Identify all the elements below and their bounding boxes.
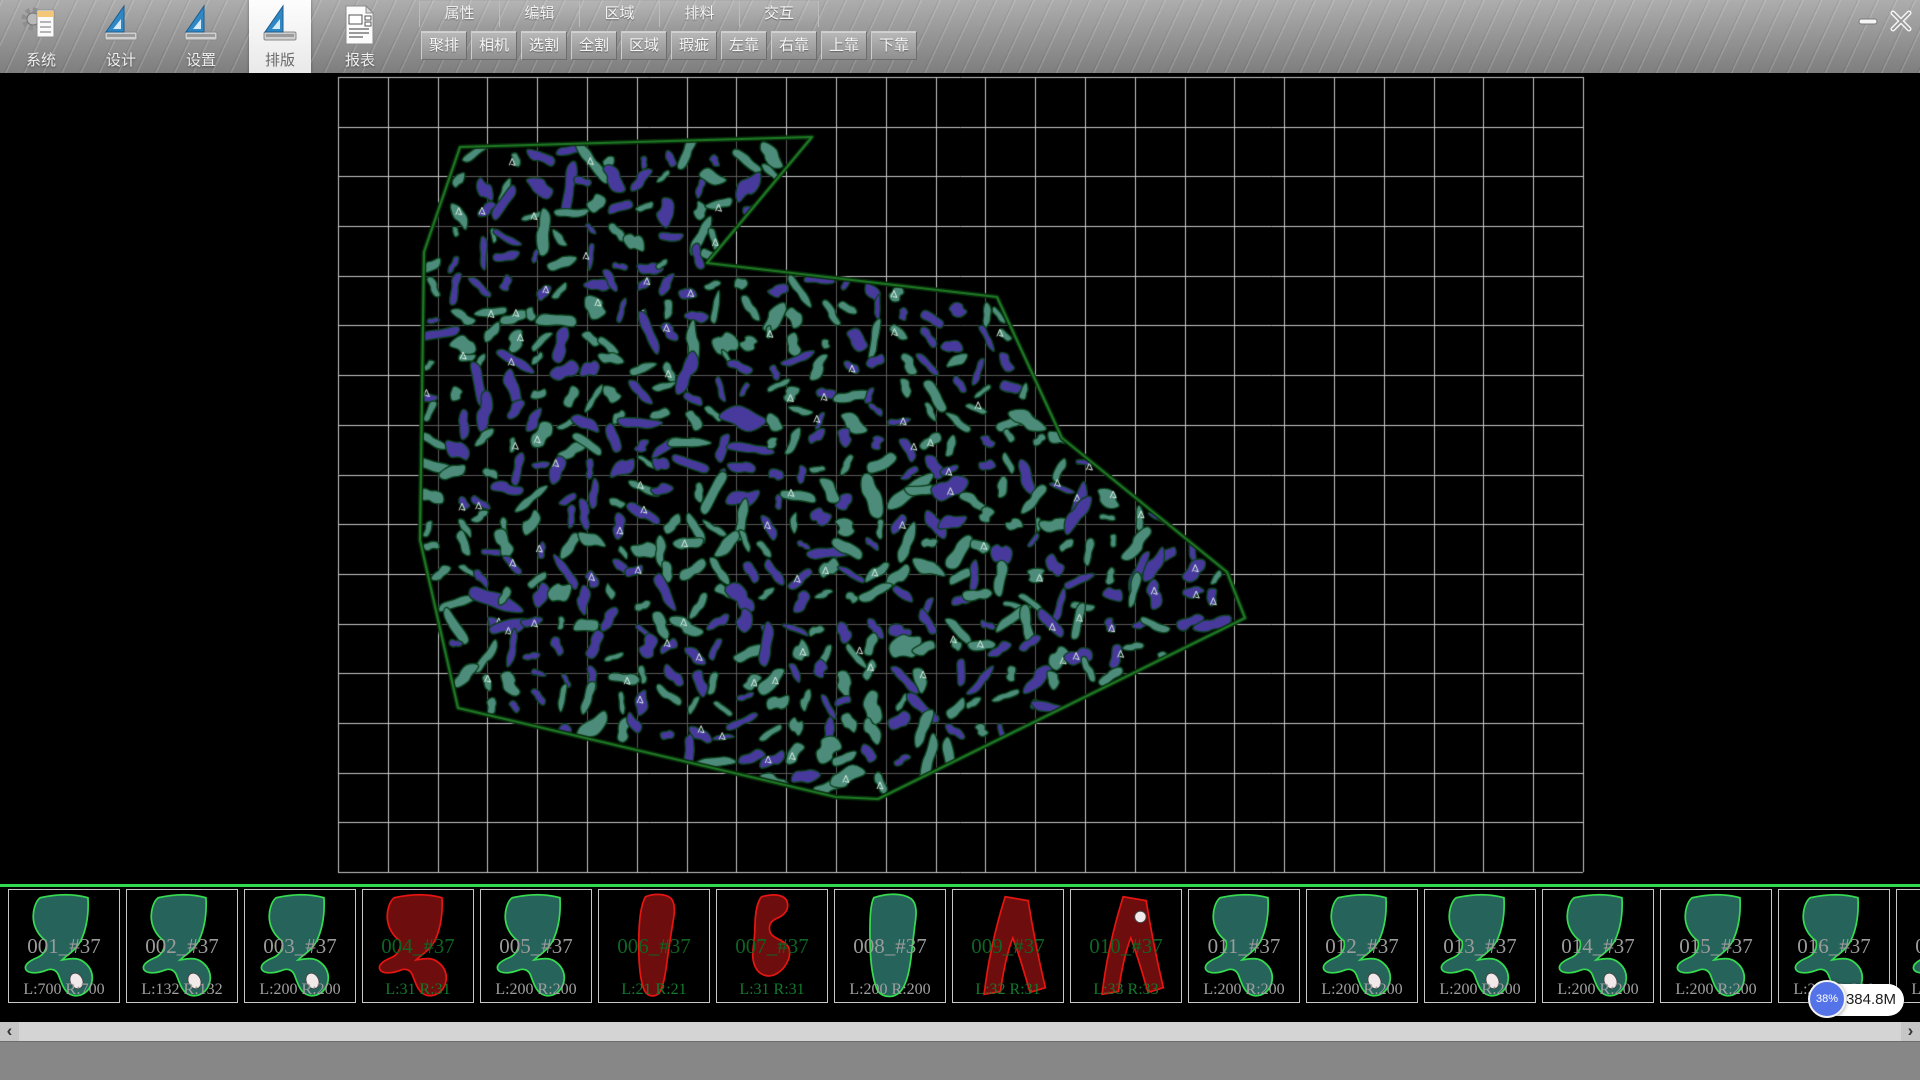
thumbnail-cell[interactable]: 002_#37 L:132 R:132 [126, 889, 238, 1003]
nesting-canvas[interactable] [0, 73, 1920, 884]
scroll-left-button[interactable]: ‹ [0, 1022, 19, 1041]
thumbnail-cell[interactable]: 006_#37 L:21 R:21 [598, 889, 710, 1003]
part-lr-count-label: L:200 R:200 [1425, 981, 1535, 999]
thumbnail-cell[interactable]: 017_#37L:200 R:200 [1896, 889, 1920, 1003]
part-name-label: 010_#37 [1071, 934, 1181, 959]
minimize-icon [1853, 8, 1883, 34]
tool-camera[interactable]: 相机 [471, 31, 517, 60]
part-lr-count-label: L:31 R:31 [717, 981, 827, 999]
close-button[interactable] [1886, 8, 1916, 34]
bottom-status-bar [0, 1041, 1920, 1080]
thumbnail-cell[interactable]: 005_#37 L:200 R:200 [480, 889, 592, 1003]
part-lr-count-label: L:200 R:200 [245, 981, 355, 999]
part-name-label: 002_#37 [127, 934, 237, 959]
close-icon [1886, 8, 1916, 34]
thumbnail-cell[interactable]: 010_#37 L:33 R:33 [1070, 889, 1182, 1003]
thumbnail-cell[interactable]: 015_#37 L:200 R:200 [1660, 889, 1772, 1003]
thumbnail-cell[interactable]: 004_#37 L:31 R:31 [362, 889, 474, 1003]
progress-percent: 38% [1816, 993, 1838, 1005]
minimize-button[interactable] [1853, 8, 1883, 34]
mode-button-label: 设计 [90, 49, 152, 70]
part-name-label: 007_#37 [717, 934, 827, 959]
tool-region[interactable]: 区域 [621, 31, 667, 60]
mode-button-layout[interactable]: 排版 [249, 0, 311, 73]
part-name-label: 017_#37 [1897, 934, 1920, 959]
part-name-label: 009_#37 [953, 934, 1063, 959]
part-lr-count-label: L:200 R:200 [481, 981, 591, 999]
thumbnail-cell[interactable]: 014_#37 L:200 R:200 [1542, 889, 1654, 1003]
mode-button-label: 系统 [10, 49, 72, 70]
part-name-label: 014_#37 [1543, 934, 1653, 959]
tool-snap-top[interactable]: 上靠 [821, 31, 867, 60]
part-lr-count-label: L:200 R:200 [1661, 981, 1771, 999]
part-lr-count-label: L:31 R:31 [363, 981, 473, 999]
part-name-label: 015_#37 [1661, 934, 1771, 959]
thumbnail-cell[interactable]: 009_#37 L:32 R:31 [952, 889, 1064, 1003]
titlebar: 系统 设计 设置 [0, 0, 1920, 74]
part-lr-count-label: L:33 R:33 [1071, 981, 1181, 999]
strip-top-border [0, 884, 1920, 887]
tool-cut-all[interactable]: 全割 [571, 31, 617, 60]
part-name-label: 012_#37 [1307, 934, 1417, 959]
report-icon [329, 0, 391, 49]
scroll-right-icon: › [1908, 1021, 1914, 1040]
tool-snap-left[interactable]: 左靠 [721, 31, 767, 60]
part-name-label: 003_#37 [245, 934, 355, 959]
settings-icon [170, 0, 232, 49]
mode-button-label: 排版 [249, 49, 311, 70]
menu-tab-edit[interactable]: 编辑 [499, 1, 579, 27]
part-name-label: 006_#37 [599, 934, 709, 959]
mode-button-label: 报表 [329, 49, 391, 70]
part-lr-count-label: L:32 R:31 [953, 981, 1063, 999]
menu-tab-nesting[interactable]: 排料 [659, 1, 739, 27]
horizontal-scrollbar[interactable]: ‹ › [0, 1022, 1920, 1041]
design-icon [90, 0, 152, 49]
part-name-label: 001_#37 [9, 934, 119, 959]
menu-tab-region[interactable]: 区域 [579, 1, 659, 27]
part-lr-count-label: L:132 R:132 [127, 981, 237, 999]
tool-defect[interactable]: 瑕疵 [671, 31, 717, 60]
tool-snap-right[interactable]: 右靠 [771, 31, 817, 60]
tool-cluster-nest[interactable]: 聚排 [421, 31, 467, 60]
part-name-label: 016_#37 [1779, 934, 1889, 959]
mode-button-label: 设置 [170, 49, 232, 70]
part-name-label: 005_#37 [481, 934, 591, 959]
part-lr-count-label: L:200 R:200 [1543, 981, 1653, 999]
menu-tab-properties[interactable]: 属性 [419, 1, 499, 27]
part-lr-count-label: L:700 R:700 [9, 981, 119, 999]
scroll-right-button[interactable]: › [1901, 1022, 1920, 1041]
part-name-label: 013_#37 [1425, 934, 1535, 959]
thumbnail-cell[interactable]: 012_#37 L:200 R:200 [1306, 889, 1418, 1003]
parts-thumbnail-strip: 001_#37 L:700 R:700 002_#37 L:132 R:132 003_… [0, 889, 1920, 1005]
thumbnail-cell[interactable]: 008_#37 L:200 R:200 [834, 889, 946, 1003]
thumbnail-cell[interactable]: 013_#37 L:200 R:200 [1424, 889, 1536, 1003]
thumbnail-cell[interactable]: 003_#37 L:200 R:200 [244, 889, 356, 1003]
part-hole [1135, 911, 1146, 922]
part-name-label: 004_#37 [363, 934, 473, 959]
thumbnail-cell[interactable]: 011_#37 L:200 R:200 [1188, 889, 1300, 1003]
part-lr-count-label: L:200 R:200 [1189, 981, 1299, 999]
thumbnail-cell[interactable]: 001_#37 L:700 R:700 [8, 889, 120, 1003]
mode-button-design[interactable]: 设计 [90, 0, 152, 73]
menu-tab-interaction[interactable]: 交互 [739, 1, 819, 27]
part-name-label: 008_#37 [835, 934, 945, 959]
part-lr-count-label: L:200 R:200 [1307, 981, 1417, 999]
memory-value: 384.8M [1846, 991, 1896, 1008]
part-lr-count-label: L:21 R:21 [599, 981, 709, 999]
system-icon [10, 0, 72, 49]
mode-button-settings[interactable]: 设置 [170, 0, 232, 73]
layout-icon [249, 0, 311, 49]
thumbnail-cell[interactable]: 007_#37 L:31 R:31 [716, 889, 828, 1003]
scroll-left-icon: ‹ [7, 1021, 13, 1040]
progress-badge: 38% [1808, 980, 1846, 1018]
mode-button-report[interactable]: 报表 [329, 0, 391, 73]
part-lr-count-label: L:200 R:200 [835, 981, 945, 999]
part-name-label: 011_#37 [1189, 934, 1299, 959]
mode-button-system[interactable]: 系统 [10, 0, 72, 73]
tool-select-cut[interactable]: 选割 [521, 31, 567, 60]
tool-snap-bottom[interactable]: 下靠 [871, 31, 917, 60]
